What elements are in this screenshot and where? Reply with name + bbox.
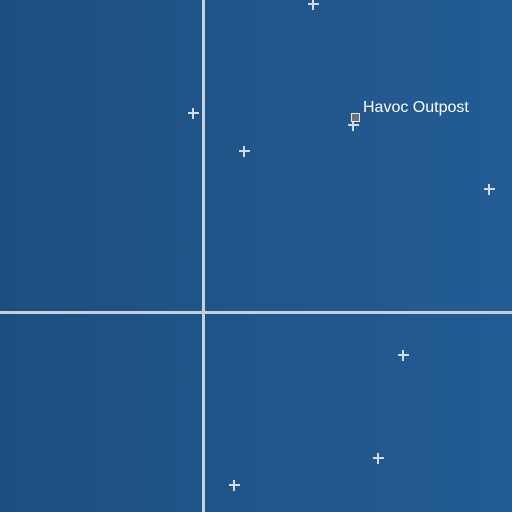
map-marker-icon[interactable]: [239, 146, 250, 157]
map-marker-icon[interactable]: [188, 108, 199, 119]
map-marker-icon[interactable]: [229, 480, 240, 491]
outpost-square-icon[interactable]: [351, 113, 360, 122]
grid-line-horizontal: [0, 311, 512, 314]
map-canvas[interactable]: Havoc Outpost: [0, 0, 512, 512]
poi-label[interactable]: Havoc Outpost: [363, 98, 469, 118]
map-marker-icon[interactable]: [308, 0, 319, 10]
map-marker-icon[interactable]: [373, 453, 384, 464]
grid-line-vertical: [202, 0, 205, 512]
map-marker-icon[interactable]: [398, 350, 409, 361]
map-marker-icon[interactable]: [484, 184, 495, 195]
